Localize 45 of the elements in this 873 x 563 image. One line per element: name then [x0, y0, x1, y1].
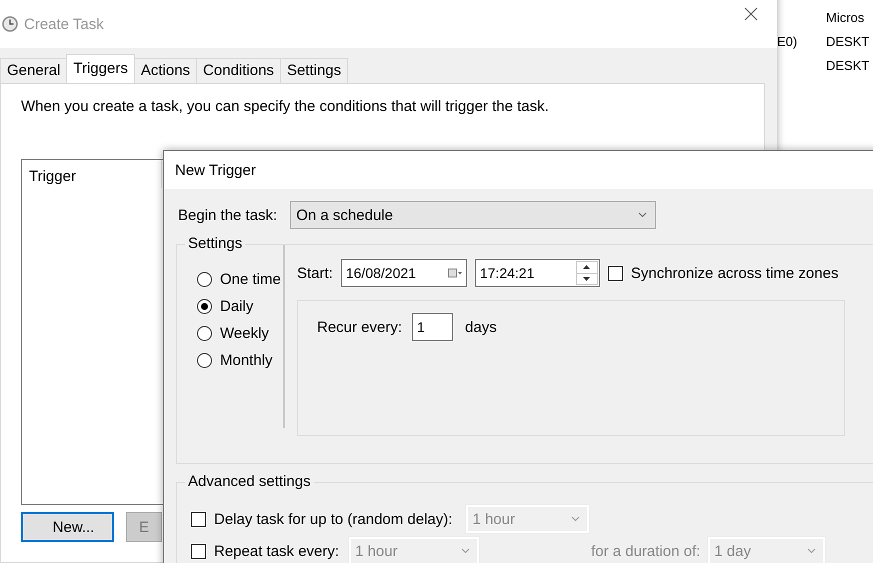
- checkbox[interactable]: [608, 266, 623, 280]
- column-header: Trigger: [29, 168, 76, 185]
- chevron-down-icon: [461, 548, 470, 554]
- list-text: DESKT: [826, 34, 870, 51]
- checkbox[interactable]: [191, 544, 206, 558]
- chevron-down-icon: [807, 548, 816, 554]
- list-text: Micros: [826, 10, 866, 27]
- field-label: Recur every:: [317, 318, 402, 336]
- recur-field[interactable]: 1: [412, 313, 454, 341]
- clock-icon: [2, 16, 18, 32]
- group-label: Settings: [185, 235, 246, 252]
- window-title: Create Task: [24, 16, 104, 32]
- tab[interactable]: Triggers: [66, 54, 135, 83]
- radio-label: Monthly: [220, 352, 273, 369]
- radio-button[interactable]: [197, 326, 212, 341]
- chevron-down-icon: [571, 516, 580, 522]
- field-label: for a duration of:: [591, 542, 700, 560]
- checkbox-label: Synchronize across time zones: [630, 264, 838, 282]
- list-text: E0): [777, 34, 798, 51]
- checkbox[interactable]: [191, 512, 206, 526]
- begin-dropdown[interactable]: On a schedule: [290, 201, 656, 229]
- group-label: Advanced settings: [185, 473, 314, 490]
- button[interactable]: New...: [21, 512, 114, 542]
- checkbox-label: Repeat task every:: [214, 542, 340, 560]
- radio-button[interactable]: [197, 272, 212, 287]
- radio-label: Daily: [220, 298, 254, 315]
- radio-label: Weekly: [220, 325, 269, 342]
- tab[interactable]: General: [0, 58, 68, 83]
- close-icon[interactable]: [744, 7, 758, 21]
- unit-label: days: [465, 318, 497, 336]
- radio-label: One time: [220, 271, 281, 288]
- description-text: When you create a task, you can specify the conditions that will trigger the task.: [21, 98, 550, 115]
- spinner-icon[interactable]: [576, 261, 598, 285]
- dialog-title: New Trigger: [175, 162, 256, 178]
- radio-button[interactable]: [197, 299, 212, 314]
- tab[interactable]: Settings: [280, 58, 348, 83]
- radio-button[interactable]: [197, 353, 212, 368]
- time-field[interactable]: 17:24:21: [474, 259, 600, 287]
- date-field[interactable]: 16/08/2021: [340, 259, 467, 287]
- field-label: Begin the task:: [178, 206, 278, 224]
- checkbox-label: Delay task for up to (random delay):: [214, 510, 452, 528]
- list-text: DESKT: [826, 58, 870, 75]
- chevron-down-icon: [638, 212, 648, 218]
- calendar-icon: [448, 268, 462, 278]
- field-label: Start:: [297, 264, 333, 282]
